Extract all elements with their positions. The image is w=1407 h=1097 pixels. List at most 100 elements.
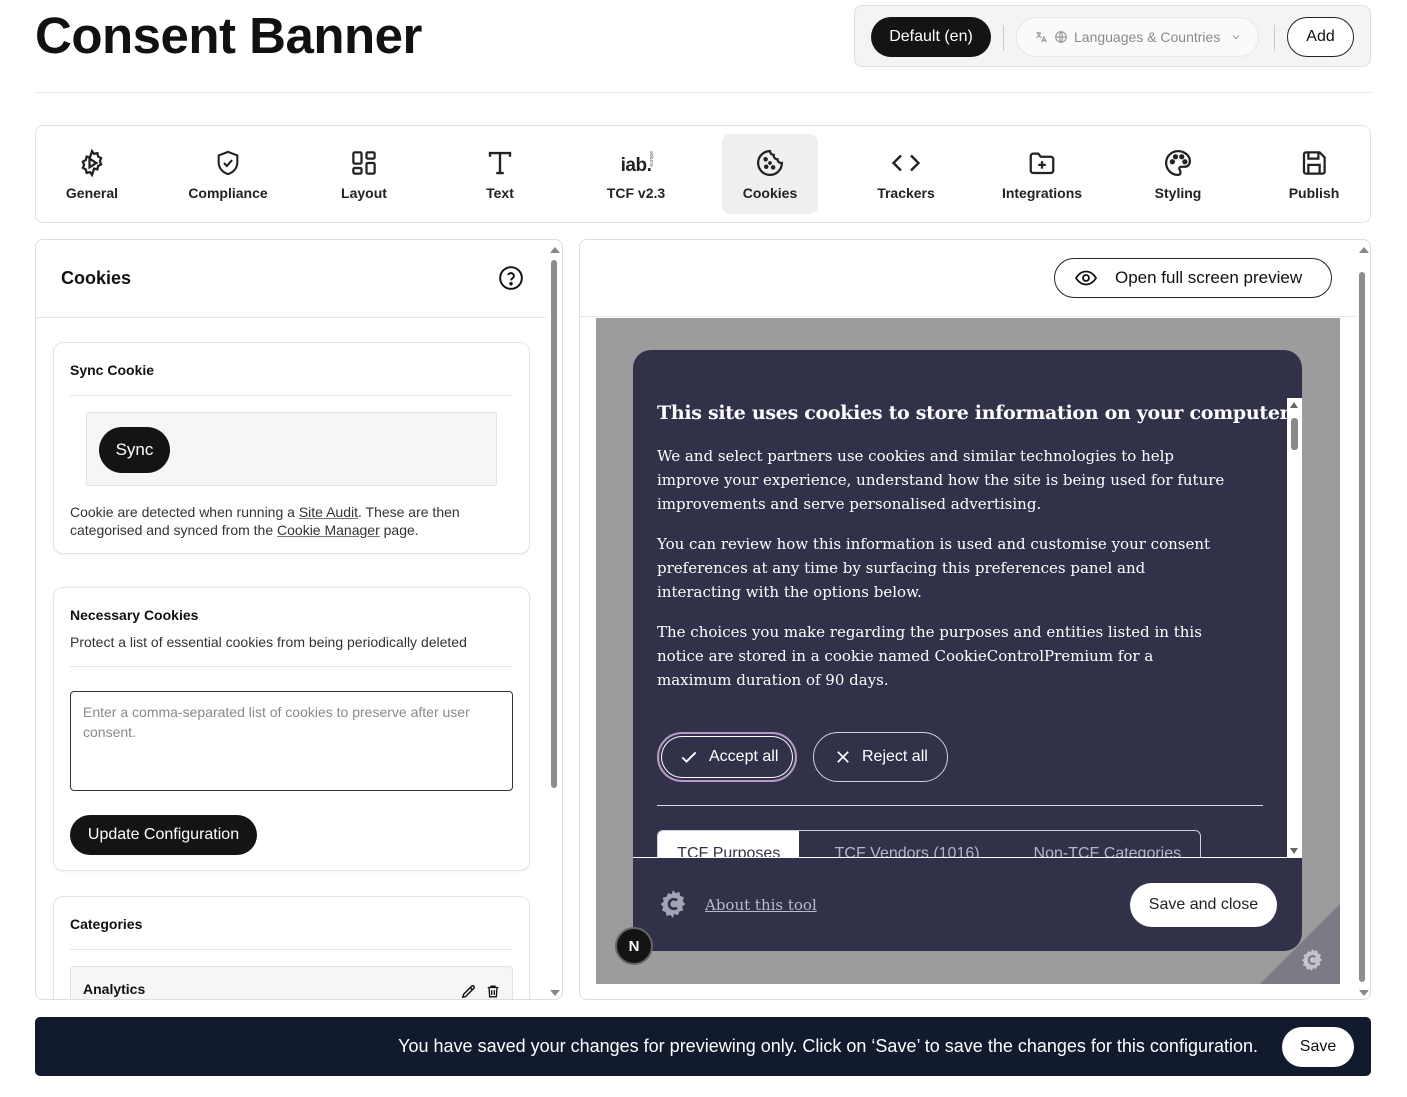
divider	[633, 857, 1302, 858]
scroll-up-icon[interactable]	[1290, 402, 1298, 408]
scrollbar-thumb[interactable]	[1291, 418, 1298, 450]
help-icon[interactable]	[498, 265, 524, 291]
reject-all-button[interactable]: Reject all	[813, 732, 948, 782]
tab-compliance[interactable]: Compliance	[180, 134, 276, 214]
tab-cookies[interactable]: Cookies	[722, 134, 818, 214]
update-configuration-button[interactable]: Update Configuration	[70, 815, 257, 855]
layout-grid-icon	[352, 151, 376, 175]
necessary-cookies-textarea[interactable]: Enter a comma-separated list of cookies …	[70, 691, 513, 791]
preview-scrollbar[interactable]	[1355, 240, 1370, 999]
tab-label: Compliance	[188, 185, 268, 201]
pencil-icon[interactable]	[460, 983, 477, 1000]
tab-layout[interactable]: Layout	[316, 134, 412, 214]
panel-scrollbar[interactable]	[546, 240, 562, 999]
page-title: Consent Banner	[35, 7, 422, 64]
text: Cookie are detected when running a	[70, 504, 299, 520]
scroll-down-icon[interactable]	[1359, 990, 1369, 996]
scrollbar-thumb[interactable]	[551, 260, 557, 788]
sync-description: Cookie are detected when running a Site …	[70, 503, 510, 539]
scroll-down-icon[interactable]	[550, 990, 560, 996]
shield-check-icon	[217, 150, 239, 176]
iab-logo-text: iab.	[620, 155, 652, 176]
iab-logo-icon: iab. europe	[616, 147, 656, 179]
divider	[70, 395, 513, 396]
cookie-banner: This site uses cookies to store informat…	[633, 350, 1302, 951]
tab-label: TCF v2.3	[606, 185, 666, 201]
default-language-button[interactable]: Default (en)	[871, 17, 991, 57]
button-label: Reject all	[862, 748, 928, 765]
tab-tcf-purposes[interactable]: TCF Purposes	[658, 831, 800, 858]
text: page.	[379, 522, 419, 538]
check-icon	[681, 751, 697, 763]
necessary-cookies-card: Necessary Cookies Protect a list of esse…	[53, 587, 530, 871]
save-and-close-button[interactable]: Save and close	[1130, 883, 1277, 927]
framework-badge[interactable]: N	[615, 927, 653, 965]
banner-paragraph: You can review how this information is u…	[657, 535, 1211, 601]
divider	[70, 666, 513, 667]
cookie-control-widget-icon[interactable]	[1299, 947, 1325, 973]
close-icon	[837, 751, 849, 763]
preview-canvas: This site uses cookies to store informat…	[596, 318, 1340, 984]
eye-icon	[1074, 270, 1098, 286]
code-icon	[891, 154, 921, 172]
banner-content: This site uses cookies to store informat…	[633, 398, 1302, 858]
tab-integrations[interactable]: Integrations	[994, 134, 1090, 214]
list-item: Analytics	[70, 966, 513, 1000]
palette-icon	[1165, 149, 1192, 177]
languages-countries-select[interactable]: Languages & Countries	[1016, 17, 1259, 57]
site-audit-link[interactable]: Site Audit	[299, 504, 358, 520]
scroll-down-icon[interactable]	[1290, 848, 1298, 854]
cookie-manager-link[interactable]: Cookie Manager	[277, 522, 380, 538]
divider	[657, 805, 1263, 806]
cookies-settings-panel: Cookies Sync Cookie Sync Cookie are dete…	[35, 239, 563, 1000]
globe-icon	[1055, 31, 1067, 43]
tab-publish[interactable]: Publish	[1266, 134, 1362, 214]
tab-styling[interactable]: Styling	[1130, 134, 1226, 214]
open-fullscreen-preview-button[interactable]: Open full screen preview	[1054, 258, 1332, 298]
tab-text[interactable]: Text	[452, 134, 548, 214]
save-button[interactable]: Save	[1282, 1027, 1354, 1067]
sync-cookie-card: Sync Cookie Sync Cookie are detected whe…	[53, 342, 530, 554]
divider	[1274, 25, 1275, 51]
tab-general[interactable]: General	[44, 134, 140, 214]
cookie-icon	[757, 149, 784, 176]
category-name: Analytics	[83, 981, 146, 997]
gear-icon	[81, 148, 103, 178]
iab-logo-subtext: europe	[649, 151, 655, 167]
divider	[70, 949, 513, 950]
scroll-up-icon[interactable]	[550, 247, 560, 253]
save-icon	[1302, 151, 1326, 175]
language-toolbar: Default (en) Languages & Countries Add	[854, 5, 1371, 67]
text-icon	[488, 151, 512, 175]
chevron-down-icon	[1232, 35, 1240, 40]
banner-tabs: TCF Purposes TCF Vendors (1016) Non-TCF …	[657, 830, 1201, 858]
trash-icon[interactable]	[485, 983, 501, 1000]
tab-label: Text	[486, 185, 514, 201]
scrollbar-thumb[interactable]	[1359, 272, 1365, 982]
accept-all-button[interactable]: Accept all	[657, 732, 797, 782]
tab-label: Cookies	[742, 185, 798, 201]
translate-icon	[1036, 31, 1047, 43]
settings-tabs: General Compliance Layout Text iab. euro…	[35, 125, 1371, 223]
tab-tcf-vendors[interactable]: TCF Vendors (1016)	[799, 831, 1014, 858]
tab-non-tcf-categories[interactable]: Non-TCF Categories	[1015, 831, 1200, 858]
tab-tcf[interactable]: iab. europe TCF v2.3	[588, 134, 684, 214]
tab-label: General	[65, 185, 119, 201]
banner-paragraph: We and select partners use cookies and s…	[657, 447, 1225, 513]
tab-trackers[interactable]: Trackers	[858, 134, 954, 214]
scroll-up-icon[interactable]	[1359, 247, 1369, 253]
card-title: Sync Cookie	[70, 362, 155, 378]
banner-paragraph: The choices you make regarding the purpo…	[657, 623, 1202, 689]
card-title: Necessary Cookies	[70, 607, 199, 623]
sync-button[interactable]: Sync	[99, 427, 170, 473]
panel-header: Cookies	[36, 240, 546, 318]
about-this-tool-link[interactable]: About this tool	[705, 896, 817, 914]
button-label: Open full screen preview	[1115, 268, 1303, 287]
banner-scrollbar[interactable]	[1287, 398, 1302, 858]
unsaved-changes-toast: You have saved your changes for previewi…	[35, 1017, 1371, 1076]
tab-label: Trackers	[877, 185, 935, 201]
add-language-button[interactable]: Add	[1287, 17, 1354, 57]
tab-label: Integrations	[1001, 185, 1083, 201]
sync-box: Sync	[86, 412, 497, 486]
tab-label: Layout	[341, 185, 387, 201]
